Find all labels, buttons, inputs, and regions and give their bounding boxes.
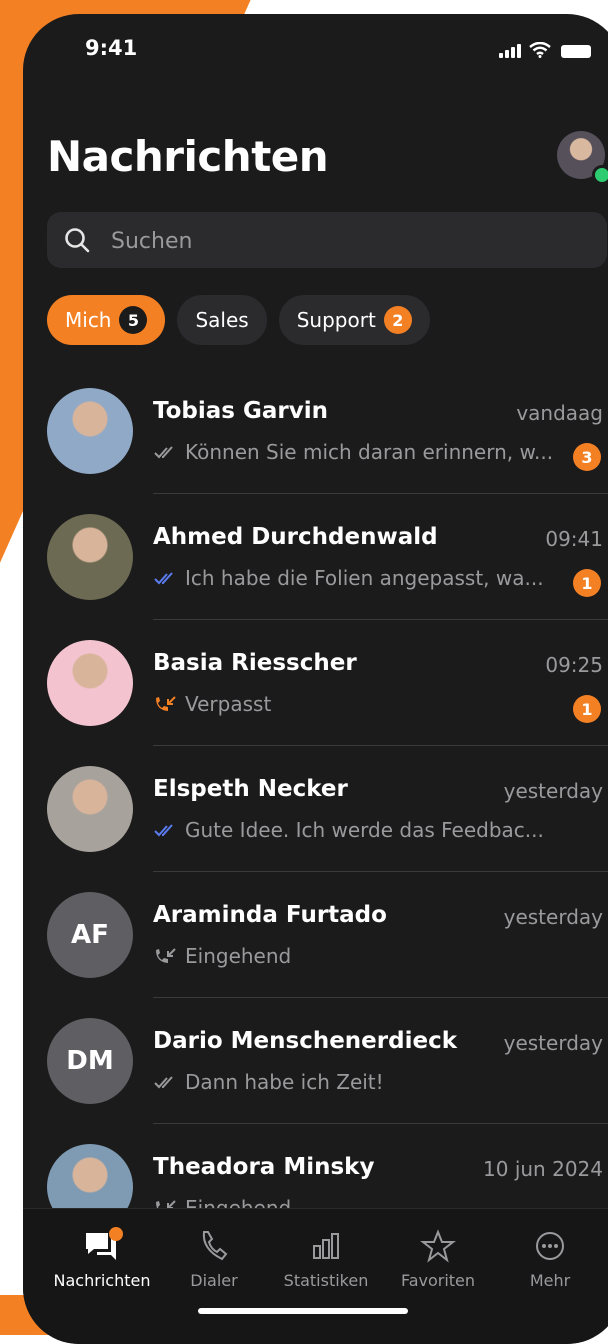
page-title: Nachrichten [47,132,329,181]
tab-nachrichten[interactable]: Nachrichten [47,1227,157,1290]
conversation-row[interactable]: AF Araminda Furtado yesterday Eingehend [23,872,608,998]
tab-label: Statistiken [283,1271,369,1290]
phone-icon [159,1229,269,1263]
message-time: 09:25 [545,653,603,677]
conversation-row[interactable]: Basia Riesscher 09:25 Verpasst 1 [23,620,608,746]
preview-text: Gute Idee. Ich werde das Feedbac... [185,818,544,842]
unread-badge: 1 [573,569,601,597]
preview-text: Eingehend [185,944,292,968]
double-check-icon [154,446,173,459]
unread-badge: 3 [573,443,601,471]
message-preview: Können Sie mich daran erinnern, w... [153,440,563,464]
message-preview: Ich habe die Folien angepasst, wa... [153,566,563,590]
filter-chip-label: Sales [195,308,249,332]
preview-text: Dann habe ich Zeit! [185,1070,384,1094]
filter-chip-sales[interactable]: Sales [177,295,267,345]
conversation-row[interactable]: Tobias Garvin vandaag Können Sie mich da… [23,368,608,494]
message-time: yesterday [503,1031,603,1055]
avatar-initials: DM [66,1046,114,1076]
contact-name: Basia Riesscher [153,650,357,676]
message-time: vandaag [516,401,603,425]
preview-text: Können Sie mich daran erinnern, w... [185,440,554,464]
notification-dot [109,1227,123,1241]
filter-chip-badge: 2 [383,306,412,334]
conversation-list: Tobias Garvin vandaag Können Sie mich da… [23,368,608,1250]
filter-chip-badge: 5 [119,306,148,334]
contact-name: Elspeth Necker [153,776,348,802]
search-input[interactable] [109,212,593,270]
double-check-blue-icon [154,824,173,837]
tab-label: Mehr [529,1271,571,1290]
message-preview: Eingehend [153,944,563,968]
double-check-blue-icon [154,572,173,585]
filter-chip-label: Support [296,308,376,332]
preview-text: Verpasst [185,692,272,716]
tab-label: Dialer [190,1271,238,1290]
conversation-row[interactable]: Ahmed Durchdenwald 09:41 Ich habe die Fo… [23,494,608,620]
contact-name: Dario Menschenerdieck [153,1028,457,1054]
avatar [47,640,133,726]
star-icon [383,1229,493,1263]
tab-statistiken[interactable]: Statistiken [271,1229,381,1290]
avatar [47,388,133,474]
message-time: yesterday [503,779,603,803]
preview-text: Ich habe die Folien angepasst, wa... [185,566,544,590]
status-bar: 9:41 [23,14,608,84]
message-time: yesterday [503,905,603,929]
contact-name: Ahmed Durchdenwald [153,524,438,550]
contact-name: Theadora Minsky [153,1154,375,1180]
conversation-row[interactable]: Elspeth Necker yesterday Gute Idee. Ich … [23,746,608,872]
tab-label: Favoriten [400,1271,476,1290]
message-preview: Verpasst [153,692,563,716]
home-indicator [198,1308,408,1314]
incoming-call-icon [156,948,176,963]
battery-icon [561,45,591,58]
wifi-icon [529,42,551,58]
filter-chip-mich[interactable]: Mich 5 [47,295,166,345]
tab-favoriten[interactable]: Favoriten [383,1229,493,1290]
tab-dialer[interactable]: Dialer [159,1229,269,1290]
online-status-dot [592,165,608,185]
avatar [47,514,133,600]
filter-chips: Mich 5 Sales Support 2 [47,295,430,345]
bar-chart-icon [271,1229,381,1263]
conversation-row[interactable]: DM Dario Menschenerdieck yesterday Dann … [23,998,608,1124]
status-icons [499,42,591,58]
contact-name: Araminda Furtado [153,902,387,928]
signal-icon [499,44,521,58]
avatar: DM [47,1018,133,1104]
message-preview: Gute Idee. Ich werde das Feedbac... [153,818,563,842]
tab-bar: Nachrichten Dialer Statistiken Favoriten Meh… [23,1208,608,1344]
missed-call-icon [156,696,176,711]
chat-bubbles-icon [47,1229,157,1263]
more-icon [495,1229,605,1263]
message-time: 09:41 [545,527,603,551]
message-preview: Dann habe ich Zeit! [153,1070,563,1094]
avatar [47,766,133,852]
message-time: 10 jun 2024 [483,1157,603,1181]
filter-chip-support[interactable]: Support 2 [278,295,430,345]
double-check-icon [154,1076,173,1089]
search-icon [65,228,90,253]
filter-chip-label: Mich [65,308,112,332]
avatar-initials: AF [71,920,109,950]
phone-frame: 9:41 Nachrichten Mich 5 S [23,14,608,1344]
avatar: AF [47,892,133,978]
tab-mehr[interactable]: Mehr [495,1229,605,1290]
status-time: 9:41 [85,36,138,60]
search-bar[interactable] [47,212,607,270]
unread-badge: 1 [573,695,601,723]
tab-label: Nachrichten [53,1271,151,1290]
contact-name: Tobias Garvin [153,398,328,424]
